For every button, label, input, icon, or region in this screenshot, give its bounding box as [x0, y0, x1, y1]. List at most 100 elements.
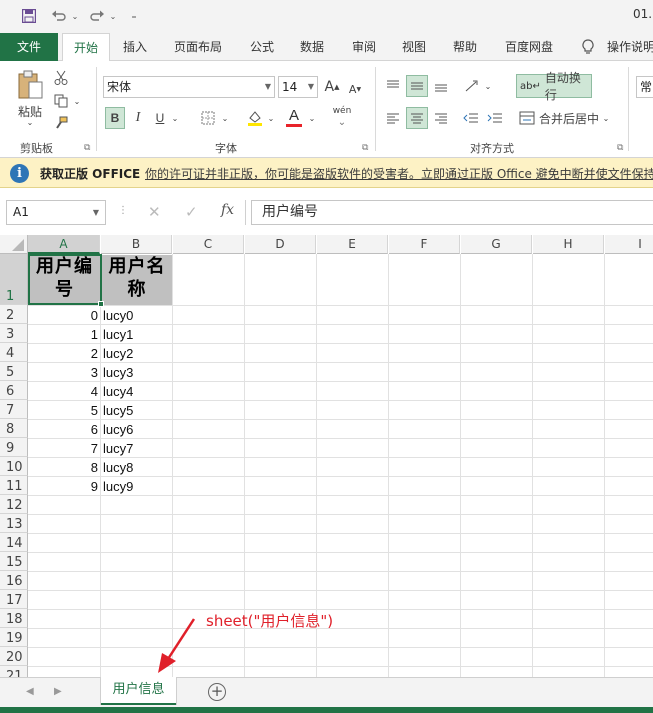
cell-b9[interactable]: lucy7: [102, 439, 172, 458]
merge-center-button[interactable]: 合并后居中: [516, 107, 600, 129]
row-header-1[interactable]: 1: [0, 254, 28, 305]
sheet-tab-user-info[interactable]: 用户信息: [101, 677, 176, 705]
cell-a7[interactable]: 5: [29, 401, 100, 420]
increase-indent-icon[interactable]: [485, 107, 505, 129]
orientation-icon[interactable]: [462, 75, 482, 97]
column-header-h[interactable]: H: [533, 235, 604, 254]
fill-handle[interactable]: [98, 301, 104, 307]
row-header-16[interactable]: 16: [0, 571, 28, 590]
cell-a2[interactable]: 0: [29, 306, 100, 325]
paste-dropdown-icon[interactable]: ⌄: [24, 117, 36, 127]
font-color-dropdown-icon[interactable]: ⌄: [307, 111, 317, 125]
underline-dropdown-icon[interactable]: ⌄: [170, 111, 180, 125]
column-header-f[interactable]: F: [389, 235, 460, 254]
italic-button[interactable]: I: [129, 107, 147, 129]
row-header-11[interactable]: 11: [0, 476, 28, 495]
tab-home[interactable]: 开始: [62, 33, 110, 62]
align-top-icon[interactable]: [383, 75, 403, 97]
cell-b3[interactable]: lucy1: [102, 325, 172, 344]
align-right-icon[interactable]: [431, 107, 451, 129]
cell-b6[interactable]: lucy4: [102, 382, 172, 401]
undo-icon[interactable]: [50, 7, 68, 25]
column-header-i[interactable]: I: [605, 235, 653, 254]
format-painter-icon[interactable]: [52, 114, 70, 132]
font-name-select[interactable]: 宋体 ▼: [103, 76, 275, 98]
bold-button[interactable]: B: [105, 107, 125, 129]
tab-page-layout[interactable]: 页面布局: [174, 33, 222, 61]
row-header-9[interactable]: 9: [0, 438, 28, 457]
cell-b2[interactable]: lucy0: [102, 306, 172, 325]
undo-dropdown-icon[interactable]: ⌄: [70, 7, 80, 25]
row-header-5[interactable]: 5: [0, 362, 28, 381]
cell-b11[interactable]: lucy9: [102, 477, 172, 496]
borders-dropdown-icon[interactable]: ⌄: [220, 111, 230, 125]
tab-formulas[interactable]: 公式: [250, 33, 274, 61]
row-header-10[interactable]: 10: [0, 457, 28, 476]
insert-function-icon[interactable]: fx: [221, 202, 234, 218]
lightbulb-icon[interactable]: [582, 33, 596, 61]
wrap-text-button[interactable]: ab↵ 自动换行: [516, 71, 592, 102]
scroll-sheets-right-icon[interactable]: ▶: [54, 686, 62, 697]
fill-color-icon[interactable]: [244, 107, 266, 129]
cell-b5[interactable]: lucy3: [102, 363, 172, 382]
scroll-sheets-left-icon[interactable]: ◀: [26, 686, 34, 697]
row-header-8[interactable]: 8: [0, 419, 28, 438]
align-middle-icon[interactable]: [406, 75, 428, 97]
column-header-d[interactable]: D: [245, 235, 316, 254]
cell-a9[interactable]: 7: [29, 439, 100, 458]
row-header-2[interactable]: 2: [0, 305, 28, 324]
cell-b1[interactable]: 用户名 称: [102, 255, 172, 305]
align-left-icon[interactable]: [383, 107, 403, 129]
row-header-19[interactable]: 19: [0, 628, 28, 647]
phonetic-guide-icon[interactable]: wén ⌄: [330, 105, 354, 129]
tab-view[interactable]: 视图: [402, 33, 426, 61]
underline-button[interactable]: U: [151, 107, 169, 129]
cell-b4[interactable]: lucy2: [102, 344, 172, 363]
row-header-3[interactable]: 3: [0, 324, 28, 343]
license-warning-link[interactable]: 你的许可证并非正版，你可能是盗版软件的受害者。立即通过正版 Office 避免中…: [145, 165, 653, 182]
cell-b10[interactable]: lucy8: [102, 458, 172, 477]
column-header-g[interactable]: G: [461, 235, 532, 254]
orientation-dropdown-icon[interactable]: ⌄: [483, 79, 493, 93]
column-header-e[interactable]: E: [317, 235, 388, 254]
redo-dropdown-icon[interactable]: ⌄: [108, 7, 118, 25]
column-header-b[interactable]: B: [101, 235, 172, 254]
add-sheet-button[interactable]: +: [208, 683, 226, 701]
row-header-12[interactable]: 12: [0, 495, 28, 514]
copy-icon[interactable]: [52, 92, 70, 110]
copy-dropdown-icon[interactable]: ⌄: [72, 95, 82, 107]
cell-a3[interactable]: 1: [29, 325, 100, 344]
row-header-6[interactable]: 6: [0, 381, 28, 400]
row-header-20[interactable]: 20: [0, 647, 28, 666]
cell-b8[interactable]: lucy6: [102, 420, 172, 439]
alignment-launcher-icon[interactable]: ⧉: [617, 143, 623, 153]
enter-icon[interactable]: ✓: [185, 203, 198, 221]
tab-baidu-netdisk[interactable]: 百度网盘: [505, 33, 553, 61]
increase-font-size-button[interactable]: A ▲: [323, 76, 341, 98]
name-box[interactable]: A1 ▼: [6, 200, 106, 225]
tell-me-search[interactable]: 操作说明: [607, 33, 653, 61]
cell-b7[interactable]: lucy5: [102, 401, 172, 420]
decrease-indent-icon[interactable]: [461, 107, 481, 129]
cell-a6[interactable]: 4: [29, 382, 100, 401]
row-header-15[interactable]: 15: [0, 552, 28, 571]
cut-icon[interactable]: [52, 69, 70, 87]
number-format-select[interactable]: 常: [636, 76, 653, 98]
cancel-icon[interactable]: ✕: [148, 203, 161, 221]
fill-color-dropdown-icon[interactable]: ⌄: [266, 111, 276, 125]
cell-a5[interactable]: 3: [29, 363, 100, 382]
worksheet-grid[interactable]: ABCDEFGHI 1 2 3 4 5 6 7 8 9 10 11 12 13 14 15 16 17 18 19 2…: [0, 235, 653, 677]
clipboard-launcher-icon[interactable]: ⧉: [84, 143, 90, 153]
font-color-icon[interactable]: A: [283, 105, 305, 129]
cell-a8[interactable]: 6: [29, 420, 100, 439]
redo-icon[interactable]: [88, 7, 106, 25]
align-bottom-icon[interactable]: [431, 75, 451, 97]
cell-a11[interactable]: 9: [29, 477, 100, 496]
row-header-21[interactable]: 21: [0, 666, 28, 677]
cell-a10[interactable]: 8: [29, 458, 100, 477]
font-launcher-icon[interactable]: ⧉: [362, 143, 368, 153]
borders-icon[interactable]: [198, 108, 218, 128]
tab-review[interactable]: 审阅: [352, 33, 376, 61]
tab-insert[interactable]: 插入: [123, 33, 147, 61]
row-header-7[interactable]: 7: [0, 400, 28, 419]
